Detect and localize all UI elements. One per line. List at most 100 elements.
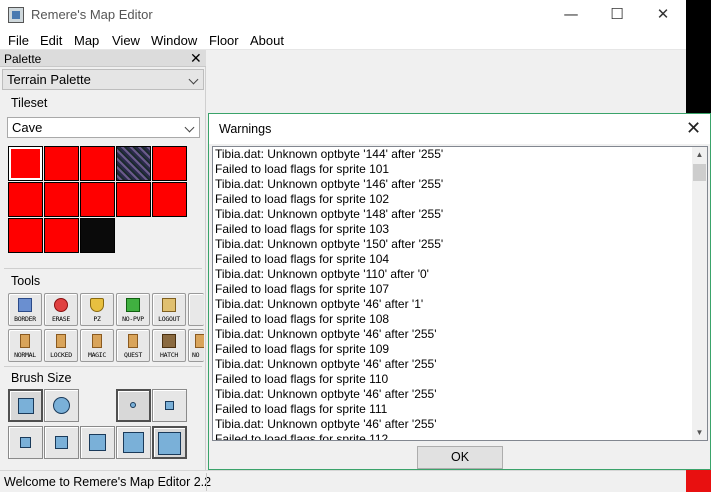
quest-door-tool-button[interactable]: QUEST	[116, 329, 150, 362]
tool-label: ERASE	[51, 315, 71, 323]
locked-door-tool-button[interactable]: LOCKED	[44, 329, 78, 362]
status-bar: Welcome to Remere's Map Editor 2.2	[0, 470, 686, 492]
list-item: Failed to load flags for sprite 104	[215, 252, 390, 266]
palette-panel: Palette ✕ Terrain Palette Tileset Cave T…	[0, 50, 206, 470]
list-item: Tibia.dat: Unknown optbyte '46' after '2…	[215, 357, 437, 371]
menu-map[interactable]: Map	[74, 33, 99, 48]
vertical-scrollbar[interactable]: ▲ ▼	[692, 147, 707, 440]
tile-item[interactable]	[80, 182, 115, 217]
close-button[interactable]: ✕	[640, 0, 686, 30]
palette-title: Palette	[4, 52, 42, 66]
brush-shape-square-button[interactable]	[8, 389, 43, 422]
brush-size-label: Brush Size	[11, 371, 72, 385]
list-item: Failed to load flags for sprite 111	[215, 402, 388, 416]
no-pvp-tool-button[interactable]: NO-PVP	[116, 293, 150, 326]
list-item: Failed to load flags for sprite 102	[215, 192, 390, 206]
tool-label: MAGIC	[87, 351, 107, 359]
list-item: Tibia.dat: Unknown optbyte '144' after '…	[215, 147, 444, 161]
list-item: Failed to load flags for sprite 107	[215, 282, 390, 296]
tool-label: BORDER	[14, 315, 36, 323]
warnings-list[interactable]: Tibia.dat: Unknown optbyte '144' after '…	[212, 146, 708, 441]
normal-door-tool-button[interactable]: NORMAL	[8, 329, 42, 362]
palette-close-icon[interactable]: ✕	[190, 50, 202, 67]
border-tool-button[interactable]: BORDER	[8, 293, 42, 326]
flag-icon	[126, 298, 140, 312]
minimize-button[interactable]: —	[548, 0, 594, 30]
divider	[4, 268, 202, 269]
palette-type-select[interactable]: Terrain Palette	[2, 69, 204, 90]
list-item: Tibia.dat: Unknown optbyte '46' after '2…	[215, 387, 437, 401]
menu-about[interactable]: About	[250, 33, 284, 48]
maximize-button[interactable]: ☐	[594, 0, 640, 30]
scroll-down-icon[interactable]: ▼	[692, 425, 707, 440]
list-item: Failed to load flags for sprite 101	[215, 162, 390, 176]
menu-floor[interactable]: Floor	[209, 33, 239, 48]
status-text: Welcome to Remere's Map Editor 2.2	[4, 475, 212, 489]
brush-size-5-button[interactable]	[80, 426, 115, 459]
tile-item[interactable]	[80, 146, 115, 181]
brush-size-7-button[interactable]	[152, 426, 187, 459]
tile-item[interactable]	[152, 182, 187, 217]
tileset-select[interactable]: Cave	[7, 117, 200, 138]
list-item: Failed to load flags for sprite 112	[215, 432, 389, 441]
square-icon	[123, 432, 144, 453]
palette-type-value: Terrain Palette	[7, 72, 91, 87]
tool-label: LOGOUT	[158, 315, 180, 323]
menu-edit[interactable]: Edit	[40, 33, 62, 48]
palette-header: Palette ✕	[0, 50, 206, 67]
tile-item[interactable]	[80, 218, 115, 253]
brush-size-2-button[interactable]	[152, 389, 187, 422]
brush-size-1-button[interactable]	[116, 389, 151, 422]
tile-item[interactable]	[8, 218, 43, 253]
app-icon	[8, 7, 24, 23]
brush-size-4-button[interactable]	[44, 426, 79, 459]
tile-item[interactable]	[8, 182, 43, 217]
tile-item[interactable]	[116, 182, 151, 217]
menu-file[interactable]: File	[8, 33, 29, 48]
dot-icon	[130, 402, 136, 408]
tile-item[interactable]	[152, 146, 187, 181]
tile-item[interactable]	[44, 218, 79, 253]
hatch-icon	[162, 334, 176, 348]
door-icon	[92, 334, 102, 348]
square-icon	[158, 432, 181, 455]
desktop-red-strip	[686, 470, 711, 492]
pz-tool-button[interactable]: PZ	[80, 293, 114, 326]
window-title: Remere's Map Editor	[31, 7, 153, 22]
list-item: Tibia.dat: Unknown optbyte '46' after '2…	[215, 417, 437, 431]
tile-item[interactable]	[44, 182, 79, 217]
hatch-tool-button[interactable]: HATCH	[152, 329, 186, 362]
door-icon	[195, 334, 204, 348]
menu-window[interactable]: Window	[151, 33, 197, 48]
list-item: Tibia.dat: Unknown optbyte '46' after '2…	[215, 327, 437, 341]
list-item: Failed to load flags for sprite 108	[215, 312, 390, 326]
tile-item[interactable]	[44, 146, 79, 181]
tool-label: LOCKED	[50, 351, 72, 359]
dialog-title: Warnings	[219, 122, 272, 136]
dialog-title-bar: Warnings ✕	[209, 114, 710, 144]
scroll-up-icon[interactable]: ▲	[692, 147, 707, 162]
scroll-thumb[interactable]	[693, 164, 706, 181]
square-icon	[89, 434, 106, 451]
brush-shape-circle-button[interactable]	[44, 389, 79, 422]
list-item: Failed to load flags for sprite 110	[215, 372, 389, 386]
brush-size-3-button[interactable]	[8, 426, 43, 459]
list-item: Tibia.dat: Unknown optbyte '148' after '…	[215, 207, 444, 221]
list-item: Tibia.dat: Unknown optbyte '110' after '…	[215, 267, 429, 281]
tile-item[interactable]	[116, 146, 151, 181]
tool-button-partial[interactable]: NO	[188, 329, 204, 362]
logout-tool-button[interactable]: LOGOUT	[152, 293, 186, 326]
square-icon	[18, 398, 34, 414]
brush-size-6-button[interactable]	[116, 426, 151, 459]
tileset-label: Tileset	[11, 96, 48, 110]
erase-tool-button[interactable]: ERASE	[44, 293, 78, 326]
menu-view[interactable]: View	[112, 33, 140, 48]
dialog-close-button[interactable]: ✕	[686, 118, 701, 139]
tile-item[interactable]	[8, 146, 43, 181]
border-icon	[18, 298, 32, 312]
tool-label: NORMAL	[14, 351, 36, 359]
chevron-down-icon	[188, 74, 199, 85]
ok-button[interactable]: OK	[417, 446, 503, 469]
tool-button-partial[interactable]	[188, 293, 204, 326]
magic-door-tool-button[interactable]: MAGIC	[80, 329, 114, 362]
